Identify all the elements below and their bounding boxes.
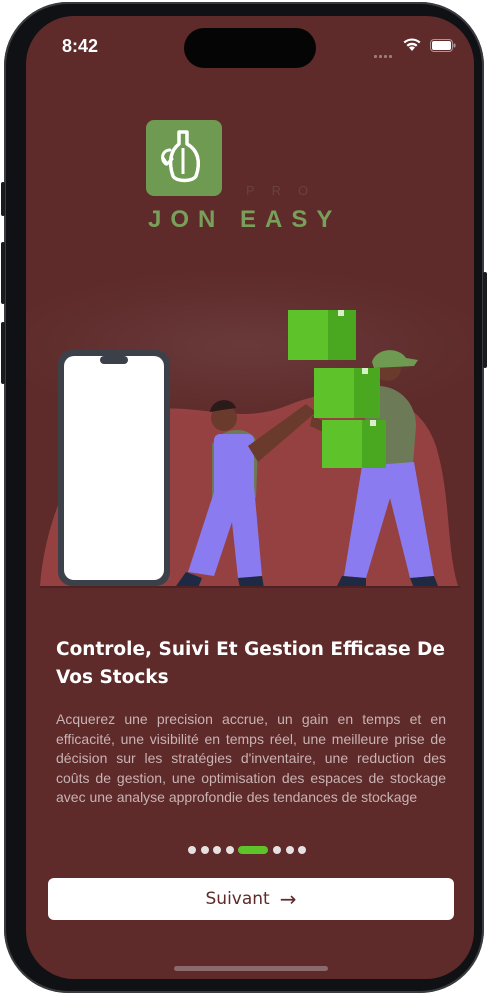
brand-logo <box>146 120 222 196</box>
dynamic-island <box>184 28 316 68</box>
warehouse-workers-illustration <box>40 310 460 588</box>
pagination-dots <box>188 846 311 854</box>
power-button <box>483 272 487 368</box>
page-dot[interactable] <box>273 846 281 854</box>
app-screen: 8:42 PRO JON EASY Controle, Suivi Et Ges… <box>26 16 474 979</box>
status-time: 8:42 <box>62 36 99 56</box>
battery-icon <box>430 39 456 52</box>
page-dot[interactable] <box>213 846 221 854</box>
phone-frame: 8:42 PRO JON EASY Controle, Suivi Et Ges… <box>1 2 487 993</box>
brand-name: JON EASY <box>148 206 342 233</box>
arrow-right-icon: → <box>279 887 297 911</box>
signal-icon <box>374 43 394 62</box>
page-dot-active[interactable] <box>238 846 268 854</box>
box-bottom <box>322 420 386 468</box>
page-dot[interactable] <box>298 846 306 854</box>
page-dot[interactable] <box>200 846 209 854</box>
page-dot[interactable] <box>285 846 294 854</box>
volume-up-button <box>1 242 5 304</box>
status-bar: 8:42 <box>26 16 474 72</box>
wifi-icon <box>403 38 421 51</box>
phone-mockup <box>58 350 170 586</box>
page-dot[interactable] <box>188 846 196 854</box>
home-indicator[interactable] <box>174 966 328 971</box>
next-button-label: Suivant <box>205 889 270 909</box>
box-middle <box>314 368 380 418</box>
box-top <box>288 310 356 360</box>
brand-pro-label: PRO <box>246 183 326 198</box>
bottle-refresh-icon <box>161 130 200 183</box>
page-dot[interactable] <box>225 846 234 854</box>
onboarding-title: Controle, Suivi Et Gestion Efficase De V… <box>56 639 445 688</box>
action-button <box>1 182 5 216</box>
next-button[interactable]: Suivant → <box>48 878 454 920</box>
onboarding-description: Acquerez une precision accrue, un gain e… <box>56 711 446 805</box>
volume-down-button <box>1 322 5 384</box>
